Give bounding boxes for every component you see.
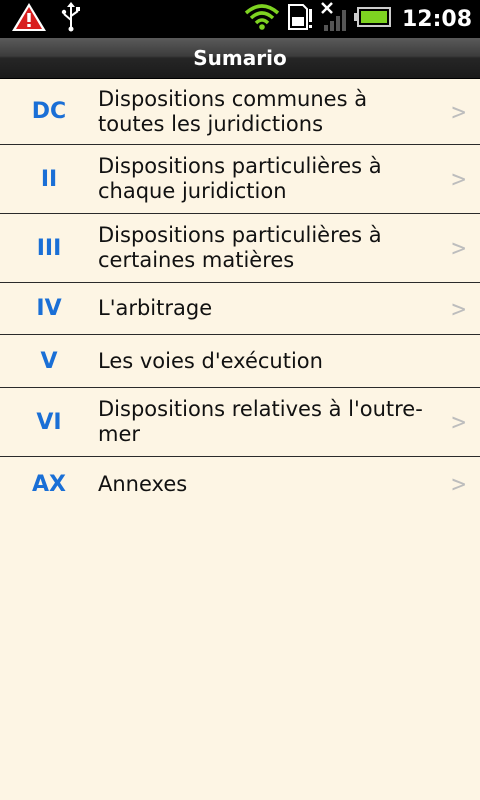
list-item-code: VI [36, 409, 62, 435]
list-item-vi[interactable]: VI Dispositions relatives à l'outre-mer … [0, 388, 480, 457]
list-item-label: Les voies d'exécution [98, 348, 323, 373]
clock: 12:08 [401, 6, 472, 32]
list-item-label: Dispositions particulières à chaque juri… [98, 154, 382, 203]
list-item-label: Dispositions relatives à l'outre-mer [98, 397, 423, 446]
chevron-right-icon: > [451, 408, 466, 436]
list-item-ii[interactable]: II Dispositions particulières à chaque j… [0, 145, 480, 214]
list-item-v[interactable]: V Les voies d'exécution [0, 335, 480, 388]
list-item-code: II [40, 166, 58, 192]
chevron-right-icon: > [451, 470, 466, 498]
list-item-label: Dispositions particulières à certaines m… [98, 223, 382, 272]
status-bar: 12:08 [0, 0, 480, 38]
list-item-iii[interactable]: III Dispositions particulières à certain… [0, 214, 480, 283]
list-item-dc[interactable]: DC Dispositions communes à toutes les ju… [0, 79, 480, 145]
battery-icon [353, 6, 392, 32]
list-item-code: IV [36, 296, 62, 321]
sd-card-icon [286, 3, 314, 35]
chevron-right-icon: > [451, 97, 466, 126]
wifi-icon [244, 3, 280, 35]
chevron-right-icon: > [451, 165, 466, 193]
list-item-ax[interactable]: AX Annexes > [0, 457, 480, 511]
list-item-code: AX [32, 471, 66, 497]
list-item-label: Annexes [98, 471, 188, 496]
chevron-right-icon: > [451, 234, 466, 262]
list-item-code: III [36, 235, 62, 261]
usb-icon [60, 2, 82, 36]
no-signal-icon [320, 1, 348, 37]
page-title: Sumario [0, 38, 480, 79]
list-item-label: L'arbitrage [98, 296, 213, 320]
summary-list: DC Dispositions communes à toutes les ju… [0, 79, 480, 511]
list-item-label: Dispositions communes à toutes les jurid… [98, 86, 368, 136]
status-bar-right: 12:08 [244, 0, 472, 38]
warning-icon[interactable] [10, 1, 48, 37]
list-item-code: V [40, 348, 58, 374]
status-bar-left [10, 2, 82, 36]
list-item-code: DC [31, 99, 67, 124]
chevron-right-icon: > [451, 294, 466, 323]
list-item-iv[interactable]: IV L'arbitrage > [0, 283, 480, 335]
